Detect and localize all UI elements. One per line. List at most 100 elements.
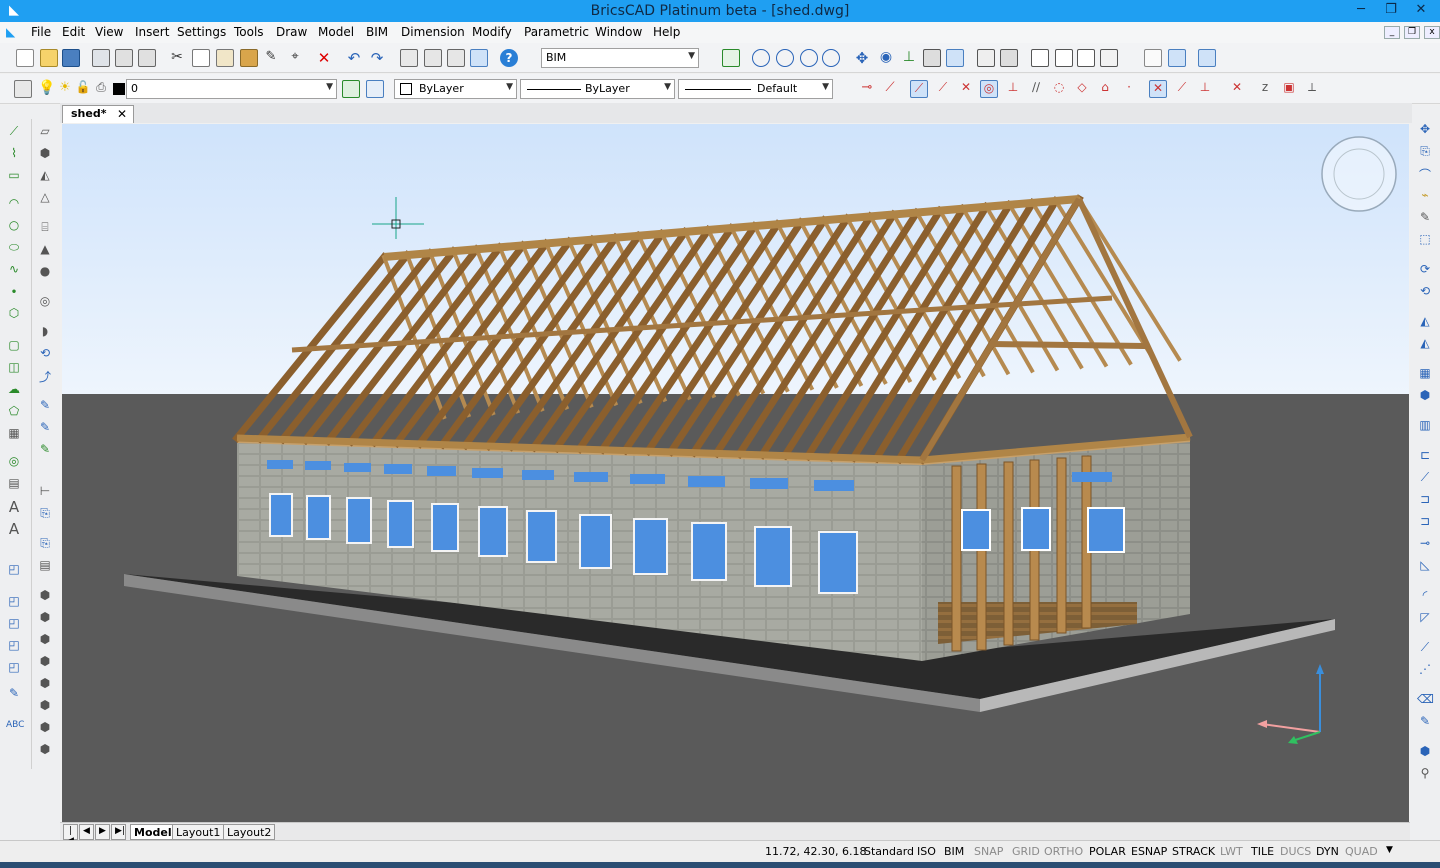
snap-quadrant-icon[interactable]: ◇ [1073, 80, 1091, 98]
move-faces-icon[interactable]: ▤ [37, 558, 53, 574]
save-icon[interactable] [62, 49, 80, 67]
line-icon[interactable]: ⟋ [6, 124, 22, 140]
sphere-icon[interactable]: ● [37, 264, 53, 280]
revolve-icon[interactable]: ⟲ [37, 346, 53, 362]
move-icon[interactable]: ✥ [1417, 122, 1433, 138]
undo-icon[interactable]: ↶ [345, 49, 363, 67]
break-icon[interactable]: ⊸ [1417, 536, 1433, 552]
boundary-icon[interactable]: ◫ [6, 360, 22, 376]
extend-icon[interactable]: ⊐ [1417, 514, 1433, 530]
trim-icon[interactable]: ⊐ [1417, 492, 1433, 508]
print-preview-icon[interactable] [138, 49, 156, 67]
snap-endpoint-icon[interactable]: ⊸ [858, 80, 876, 98]
arc-icon[interactable]: ◠ [6, 196, 22, 212]
array-3d-icon[interactable]: ⬢ [1417, 388, 1433, 404]
ellipse-icon[interactable]: ⬭ [6, 240, 22, 256]
sweep-icon[interactable]: ⤴ [37, 368, 53, 384]
zoom-window-icon[interactable] [800, 49, 818, 67]
mdi-restore-button[interactable]: ❐ [1404, 26, 1420, 39]
snap-z-icon[interactable]: z [1256, 80, 1274, 98]
cut-icon[interactable]: ✂ [168, 49, 186, 67]
status-dyn[interactable]: DYN [1316, 845, 1339, 858]
slice-icon[interactable]: ✎ [37, 420, 53, 436]
polygon-icon[interactable]: ⬡ [6, 306, 22, 322]
status-grid[interactable]: GRID [1012, 845, 1040, 858]
copy-faces-icon[interactable]: ⬢ [37, 676, 53, 692]
scale-icon[interactable]: ⬚ [1417, 232, 1433, 248]
model-explorer-icon[interactable] [722, 49, 740, 67]
dimension-linear-icon[interactable]: ◰ [6, 562, 22, 578]
snap-node-icon[interactable]: · [1120, 80, 1138, 98]
properties-icon[interactable] [400, 49, 418, 67]
rotate-faces-icon[interactable]: ⬢ [37, 632, 53, 648]
text-icon[interactable]: A [6, 498, 22, 516]
offset-faces-icon[interactable]: ⬢ [37, 588, 53, 604]
mdi-close-button[interactable]: x [1424, 26, 1440, 39]
interfere-icon[interactable]: ⊢ [37, 484, 53, 500]
look-icon[interactable]: ◉ [877, 49, 895, 67]
box-icon[interactable]: ▱ [37, 124, 53, 140]
layer-lock-icon[interactable]: 🔓 [74, 80, 92, 98]
layer-select[interactable]: 0 ▼ [126, 79, 337, 99]
wedge-icon[interactable]: ◭ [37, 168, 53, 184]
zoom-in-icon[interactable] [752, 49, 770, 67]
point-icon[interactable]: ∙ [6, 284, 22, 300]
spline-icon[interactable]: ∿ [6, 262, 22, 278]
multiline-text-icon[interactable]: A [6, 520, 22, 538]
layout-icon[interactable] [1055, 49, 1073, 67]
menu-file[interactable]: File [31, 25, 51, 39]
snap-tangent-icon[interactable]: ◌ [1050, 80, 1068, 98]
shaded-icon[interactable] [1168, 49, 1186, 67]
color-faces-icon[interactable]: ⬢ [37, 698, 53, 714]
section-icon[interactable] [946, 49, 964, 67]
check-solid-icon[interactable]: ⬢ [37, 742, 53, 758]
cone-icon[interactable]: ▲ [37, 242, 53, 258]
clear-snaps-icon[interactable]: ✕ [1228, 80, 1246, 98]
next-layout-button[interactable]: ▶ [95, 824, 110, 840]
cylinder-icon[interactable]: ⌸ [37, 220, 53, 236]
explode-icon[interactable]: ⋰ [1417, 662, 1433, 678]
navigation-cube-icon[interactable] [1321, 136, 1397, 212]
menu-window[interactable]: Window [595, 25, 642, 39]
hatch-icon[interactable]: ▦ [6, 426, 22, 442]
snap-midpoint-icon[interactable]: ⟋ [881, 80, 899, 98]
array-icon[interactable]: ▦ [1417, 366, 1433, 382]
cube-icon[interactable]: ⬢ [37, 146, 53, 162]
render-icon[interactable] [1198, 49, 1216, 67]
ucs-icon[interactable]: ⊥ [900, 49, 918, 67]
previous-layer-icon[interactable] [366, 80, 384, 98]
close-tab-icon[interactable]: ✕ [117, 107, 127, 121]
copy-object-icon[interactable]: ⎘ [1417, 144, 1433, 160]
menu-bim[interactable]: BIM [366, 25, 388, 39]
snap-perpendicular-icon[interactable]: ⊥ [1004, 80, 1022, 98]
align-icon[interactable]: ▥ [1417, 418, 1433, 434]
status-lwt[interactable]: LWT [1220, 845, 1243, 858]
attach-icon[interactable]: ⚲ [1417, 766, 1433, 782]
lineweight-select[interactable]: Default ▼ [678, 79, 833, 99]
status-standard[interactable]: Standard [864, 845, 914, 858]
chamfer-icon[interactable]: ◸ [1417, 610, 1433, 626]
snap-intersection-icon[interactable]: ⟋ [934, 80, 952, 98]
stretch-icon[interactable]: ⊏ [1417, 448, 1433, 464]
rotate-icon[interactable]: ⟳ [1417, 262, 1433, 278]
delete-faces-icon[interactable]: ⬢ [37, 610, 53, 626]
layer-plot-icon[interactable]: ⎙ [92, 80, 110, 98]
status-strack[interactable]: STRACK [1172, 845, 1215, 858]
status-menu-chevron-down-icon[interactable]: ▼ [1386, 845, 1393, 855]
status-bim[interactable]: BIM [944, 845, 964, 858]
spellcheck-icon[interactable]: ✎ [6, 686, 22, 702]
menu-dimension[interactable]: Dimension [401, 25, 465, 39]
new-icon[interactable] [16, 49, 34, 67]
menu-view[interactable]: View [95, 25, 123, 39]
erase-icon[interactable]: ⌫ [1417, 692, 1434, 708]
section-plane-icon[interactable]: ✎ [37, 442, 53, 458]
snap-3d-icon[interactable]: ⟂ [1303, 80, 1321, 98]
snap-nearest-icon[interactable]: ⟋ [910, 80, 928, 98]
match-properties-icon[interactable] [240, 49, 258, 67]
imprint-icon[interactable]: ⎘ [37, 506, 53, 522]
status-snap[interactable]: SNAP [974, 845, 1003, 858]
viewports-icon[interactable] [1031, 49, 1049, 67]
menu-edit[interactable]: Edit [62, 25, 85, 39]
layer-icon[interactable] [14, 80, 32, 98]
open-icon[interactable] [40, 49, 58, 67]
